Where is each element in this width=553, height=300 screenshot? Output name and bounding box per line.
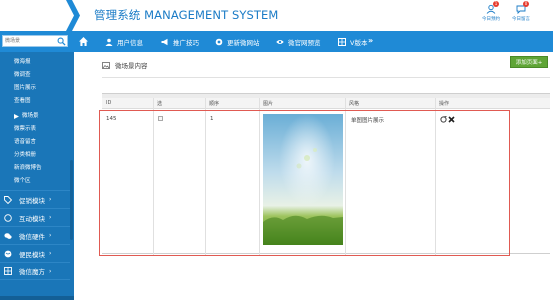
appointments-label: 今日预约 [482,17,500,22]
sidebar-item-weibo[interactable]: 新浪微博告 [14,163,42,171]
sidebar-bottom-bar [0,296,74,300]
col-id: ID [106,100,112,106]
table-header: ID 选 顺序 图片 风格 操作 [102,98,550,109]
tag-icon [4,195,12,204]
sidebar-item-survey[interactable]: 微调查 [14,70,31,78]
group-label: 促销模块 [19,196,45,205]
sidebar-item-view[interactable]: 查看图 [14,96,31,104]
megaphone-icon [161,38,168,45]
page-title-text: 微场景内容 [115,62,148,70]
nav-label: V版本 [350,38,368,47]
sidebar-item-scene[interactable]: 微场景 [22,111,39,119]
row-style: 单图图片展示 [351,118,385,124]
chevron-right-icon: › [49,250,52,257]
sidebar-group-interaction[interactable]: 互动模块 › [0,208,70,226]
search-box [2,35,68,47]
nav-version[interactable]: V版本 [338,31,367,52]
appointments-badge: 1 [493,1,499,7]
chevron-right-icon: › [49,214,52,221]
sidebar: 微海报 微调查 图片展示 查看图 微场景 微票示表 语音留言 分类相册 新浪微博… [0,52,74,300]
col-actions: 操作 [439,101,450,107]
user-icon: 1 [486,1,499,14]
col-image: 图片 [263,101,274,107]
scene-thumbnail[interactable] [263,114,343,245]
sidebar-item-poster[interactable]: 微海报 [14,57,31,65]
delete-icon[interactable] [448,116,455,123]
top-header: 管理系统 MANAGEMENT SYSTEM 1 今日预约 0 今日留言 [0,0,553,31]
nav-more-button[interactable]: » [368,36,373,45]
nav-user-info[interactable]: 用户信息 [105,31,143,52]
eye-icon [276,39,284,44]
cube-icon [4,267,12,275]
sidebar-item-community[interactable]: 微个区 [14,176,31,184]
nav-label: 用户信息 [117,38,143,47]
title-divider [102,77,550,78]
nav-label: 微官网预览 [288,38,321,47]
group-label: 便民模块 [19,250,45,259]
nav-label: 更新微网站 [227,38,260,47]
row-order: 1 [210,116,214,122]
main-content: 微场景内容 添加页面+ ID 选 顺序 图片 风格 操作 145 1 单图图片展… [74,52,553,300]
today-appointments-link[interactable]: 1 今日预约 [477,1,505,22]
row-checkbox[interactable] [158,116,163,121]
nav-site-preview[interactable]: 微官网预览 [276,31,321,52]
col-style: 风格 [349,101,360,107]
row-id: 145 [106,116,117,122]
user-icon [105,38,113,46]
globe-icon [4,250,12,257]
wechat-icon [4,232,12,239]
messages-badge: 0 [523,1,529,7]
sidebar-item-voice[interactable]: 语音留言 [14,137,36,145]
image-icon [102,61,110,69]
search-input[interactable] [3,36,57,46]
nav-update-site[interactable]: 更新微网站 [215,31,260,52]
group-label: 互动模块 [19,214,45,223]
add-page-button[interactable]: 添加页面+ [510,56,548,68]
nav-promotion-tips[interactable]: 推广技巧 [161,31,199,52]
edit-icon[interactable] [440,116,447,123]
logo-chevron-icon [66,0,80,31]
sidebar-scrollbar[interactable] [70,160,73,240]
main-navbar: 用户信息 推广技巧 更新微网站 微官网预览 V版本 » [0,31,553,52]
chevron-right-icon: › [49,232,52,239]
active-arrow-icon [14,114,19,119]
messages-label: 今日留言 [512,17,530,22]
col-divider [153,98,154,255]
sidebar-group-promotion[interactable]: 促销模块 › [0,190,70,208]
home-icon[interactable] [78,36,89,47]
col-divider [205,98,206,255]
message-icon: 0 [516,1,529,15]
nav-label: 推广技巧 [173,38,199,47]
col-order: 顺序 [209,101,220,107]
sidebar-item-gallery[interactable]: 图片展示 [14,83,36,91]
sidebar-group-rubik[interactable]: 微信魔方 › [0,262,70,280]
search-icon[interactable] [57,37,66,46]
col-divider [259,98,260,255]
chat-icon [4,213,12,222]
scene-table: ID 选 顺序 图片 风格 操作 145 1 单图图片展示 [102,93,550,255]
sidebar-group-hardware[interactable]: 微信硬件 › [0,226,70,244]
sidebar-item-ticket[interactable]: 微票示表 [14,124,36,132]
app-title: 管理系统 MANAGEMENT SYSTEM [94,8,279,22]
sidebar-group-convenience[interactable]: 便民模块 › [0,244,70,262]
today-messages-link[interactable]: 0 今日留言 [507,1,535,22]
sidebar-item-album[interactable]: 分类相册 [14,150,36,158]
col-divider [435,98,436,255]
grid-icon [338,37,346,46]
refresh-icon [215,38,223,45]
group-label: 微信魔方 [19,268,45,276]
group-label: 微信硬件 [19,232,45,241]
col-select: 选 [157,101,163,107]
page-title: 微场景内容 [102,60,148,70]
col-divider [345,98,346,255]
chevron-right-icon: › [49,196,52,203]
chevron-right-icon: › [49,267,52,275]
